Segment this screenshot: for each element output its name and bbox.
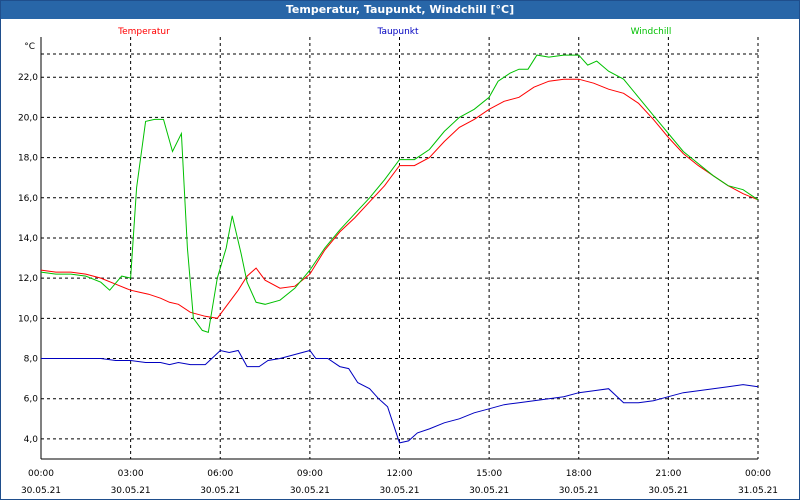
- x-tick-date: 30.05.21: [648, 486, 688, 496]
- legend-taupunkt: Taupunkt: [376, 27, 419, 37]
- x-tick-date: 30.05.21: [21, 486, 61, 496]
- x-tick-date: 30.05.21: [200, 486, 240, 496]
- y-axis-label: °C: [24, 42, 35, 52]
- grid-lines: [40, 37, 759, 459]
- x-tick-time: 00:00: [745, 469, 771, 479]
- x-tick-time: 21:00: [655, 469, 681, 479]
- x-tick-time: 03:00: [118, 469, 144, 479]
- chart-window: Temperatur, Taupunkt, Windchill [°C] 4,0…: [0, 0, 800, 500]
- x-tick-date: 30.05.21: [379, 486, 419, 496]
- x-tick-date: 30.05.21: [111, 486, 151, 496]
- x-tick-date: 30.05.21: [290, 486, 330, 496]
- x-tick-time: 09:00: [297, 469, 323, 479]
- x-tick-date: 31.05.21: [738, 486, 778, 496]
- y-tick-label: 4,0: [24, 435, 39, 445]
- x-tick-date: 30.05.21: [469, 486, 509, 496]
- legend-windchill: Windchill: [631, 27, 672, 37]
- y-tick-label: 16,0: [18, 194, 38, 204]
- x-tick-time: 18:00: [566, 469, 592, 479]
- x-tick-date: 30.05.21: [559, 486, 599, 496]
- x-tick-time: 00:00: [28, 469, 54, 479]
- y-tick-label: 8,0: [24, 355, 39, 365]
- y-tick-label: 14,0: [18, 234, 38, 244]
- y-tick-label: 6,0: [24, 395, 39, 405]
- x-tick-time: 06:00: [207, 469, 233, 479]
- x-tick-time: 12:00: [387, 469, 413, 479]
- line-chart: 4,0 6,0 8,0 10,0 12,0 14,0 16,0 18,0 20,0 22,0 00:…: [18, 27, 778, 496]
- y-tick-label: 20,0: [18, 113, 38, 123]
- y-tick-label: 18,0: [18, 154, 38, 164]
- y-tick-label: 10,0: [18, 314, 38, 324]
- legend-temperatur: Temperatur: [117, 27, 170, 37]
- y-tick-label: 22,0: [18, 73, 38, 83]
- y-tick-label: 12,0: [18, 274, 38, 284]
- x-tick-time: 15:00: [476, 469, 502, 479]
